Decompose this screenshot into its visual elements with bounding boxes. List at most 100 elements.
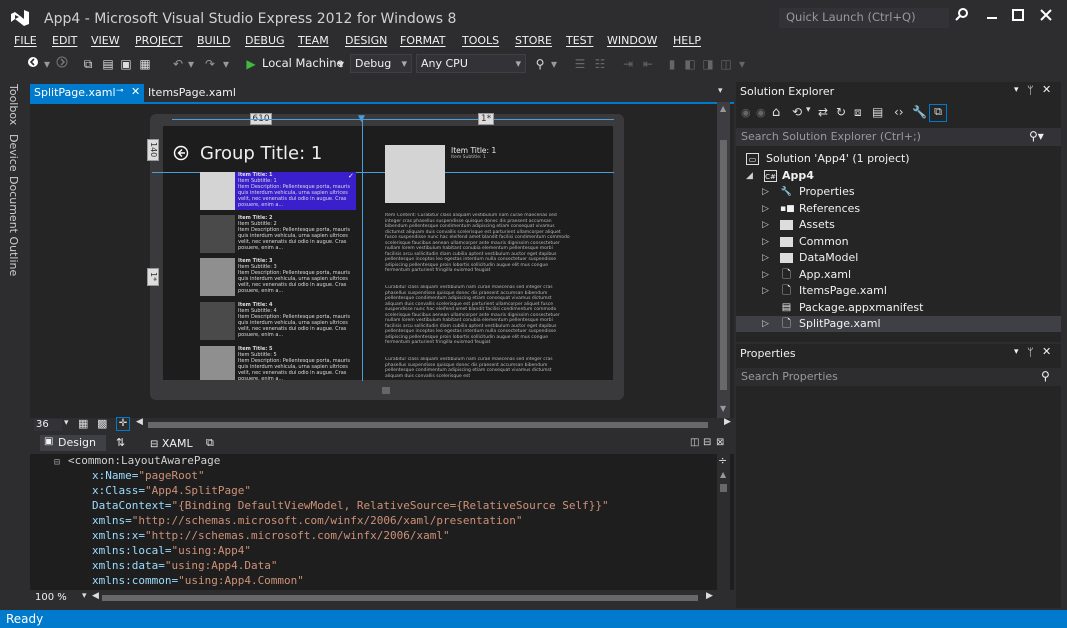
collapsed-arrow-icon[interactable]: ▷	[762, 234, 769, 250]
chevron-down-icon[interactable]: ▾	[738, 55, 746, 73]
zoom-input[interactable]: 36	[34, 419, 62, 431]
horizontal-scroll-thumb[interactable]	[148, 422, 708, 428]
back-button-icon[interactable]	[173, 145, 189, 161]
scroll-thumb[interactable]	[720, 140, 727, 390]
collapsed-arrow-icon[interactable]: ▷	[762, 184, 769, 200]
pin-icon[interactable]: ⊸	[116, 86, 124, 96]
bookmark-next-icon[interactable]: ◨	[702, 55, 714, 73]
maximize-button[interactable]	[1005, 6, 1031, 28]
outdent-icon[interactable]: ⇤	[640, 55, 656, 73]
xaml-vertical-scrollbar[interactable]: ÷ ▲	[717, 454, 730, 590]
forward-icon[interactable]: ◉	[756, 106, 766, 119]
forward-icon[interactable]	[55, 55, 69, 73]
collapsed-arrow-icon[interactable]: ▷	[762, 316, 769, 332]
menu-store[interactable]: STORE	[515, 34, 552, 47]
collapsed-arrow-icon[interactable]: ▷	[762, 201, 769, 217]
collapsed-arrow-icon[interactable]: ▷	[762, 250, 769, 266]
platform-select[interactable]: Any CPU ▾	[416, 54, 526, 73]
run-target-button[interactable]: Local Machine	[262, 56, 344, 70]
new-project-icon[interactable]: ⧉	[80, 55, 96, 73]
grid-toggle-icon[interactable]: ▦	[78, 417, 88, 430]
list-item[interactable]: Item Title: 5 Item Subtitle: 5 Item Descri…	[200, 346, 355, 380]
chevron-down-icon[interactable]: ▾	[42, 55, 52, 73]
menu-project[interactable]: PROJECT	[135, 34, 183, 47]
bookmark-prev-icon[interactable]: ◧	[684, 55, 696, 73]
close-button[interactable]	[1033, 6, 1059, 28]
column-ruler-right[interactable]: 1*	[478, 113, 494, 125]
show-all-files-icon[interactable]: ▤	[872, 105, 883, 119]
undo-icon[interactable]: ↶	[170, 55, 186, 73]
xaml-tab[interactable]: ⊟ XAML	[150, 437, 193, 450]
properties-search-input[interactable]: Search Properties	[736, 368, 1061, 386]
preview-selected-icon[interactable]: ⧉	[929, 104, 947, 122]
collapsed-arrow-icon[interactable]: ▷	[762, 283, 769, 299]
menu-design[interactable]: DESIGN	[345, 34, 387, 47]
minimize-button[interactable]	[979, 6, 1005, 28]
chevron-down-icon[interactable]: ▾	[550, 55, 558, 73]
close-icon[interactable]: ✕	[1042, 345, 1051, 358]
find-in-files-icon[interactable]: ⚲	[532, 55, 548, 73]
quick-launch-input[interactable]: Quick Launch (Ctrl+Q)	[779, 8, 949, 28]
scroll-left-icon[interactable]: ◀	[92, 591, 99, 601]
tree-item-project[interactable]: ◢ C# App4	[736, 168, 1056, 184]
back-icon[interactable]	[26, 55, 40, 73]
scroll-right-icon[interactable]: ▶	[706, 591, 713, 601]
scroll-thumb[interactable]	[720, 484, 727, 492]
editor-zoom-value[interactable]: 100 %	[35, 592, 67, 603]
horizontal-scroll-thumb[interactable]	[102, 595, 698, 601]
chevron-down-icon[interactable]: ▾	[187, 55, 195, 73]
close-icon[interactable]: ✕	[131, 85, 140, 98]
menu-file[interactable]: FILE	[14, 34, 37, 47]
list-item-selected[interactable]: Item Title: 1 Item Subtitle: 1 Item Descri…	[200, 172, 356, 210]
redo-icon[interactable]: ↷	[202, 55, 218, 73]
save-all-icon[interactable]: ▦	[137, 55, 153, 73]
collapsed-arrow-icon[interactable]: ▷	[762, 217, 769, 233]
row-ruler-bottom[interactable]: 1*	[147, 268, 159, 286]
collapse-all-icon[interactable]: ⧈	[854, 105, 862, 120]
list-item[interactable]: Item Title: 3 Item Subtitle: 3 Item Descri…	[200, 258, 355, 296]
menu-help[interactable]: HELP	[673, 34, 701, 47]
menu-window[interactable]: WINDOW	[607, 34, 657, 47]
uncomment-icon[interactable]: ☷	[592, 55, 608, 73]
search-icon[interactable]: ⚲▾	[1029, 129, 1044, 143]
menu-tools[interactable]: TOOLS	[462, 34, 499, 47]
popout-xaml-icon[interactable]: ⧉	[206, 436, 214, 450]
search-icon[interactable]: ⚲	[1041, 369, 1050, 383]
tree-item-references[interactable]: ▷ ▪■ References	[736, 201, 1056, 217]
list-item[interactable]: Item Title: 2 Item Subtitle: 2 Item Descri…	[200, 215, 355, 253]
menu-build[interactable]: BUILD	[197, 34, 230, 47]
chevron-down-icon[interactable]: ▾	[82, 591, 87, 601]
scroll-right-icon[interactable]: ▶	[724, 417, 731, 427]
swap-panes-icon[interactable]: ⇅	[116, 436, 125, 449]
refresh-icon[interactable]: ↻	[836, 105, 846, 119]
start-icon[interactable]: ▶	[245, 55, 257, 73]
bookmark-clear-icon[interactable]: ◫	[720, 55, 732, 73]
chevron-down-icon[interactable]: ▾	[1014, 85, 1019, 95]
tab-splitpage[interactable]: SplitPage.xaml ⊸ ✕	[30, 84, 144, 102]
vertical-split-icon[interactable]: ◫	[690, 437, 699, 448]
comment-icon[interactable]: ☰	[572, 55, 588, 73]
row-ruler-top[interactable]: 140	[147, 139, 159, 161]
list-item[interactable]: Item Title: 4 Item Subtitle: 4 Item Descri…	[200, 302, 355, 340]
indent-icon[interactable]: ⇥	[620, 55, 636, 73]
tree-item-itemspage[interactable]: ▷ 🗋 ItemsPage.xaml	[736, 283, 1056, 299]
tree-item-assets[interactable]: ▷ Assets	[736, 217, 1056, 233]
chevron-down-icon[interactable]: ▾	[336, 55, 346, 73]
scroll-up-icon[interactable]: ▲	[720, 470, 726, 479]
menu-test[interactable]: TEST	[566, 34, 593, 47]
scroll-down-icon[interactable]: ▼	[720, 404, 726, 413]
tab-itemspage[interactable]: ItemsPage.xaml	[148, 86, 236, 99]
menu-edit[interactable]: EDIT	[52, 34, 77, 47]
split-editor-icon[interactable]: ÷	[718, 454, 727, 467]
tree-item-splitpage[interactable]: ▷ 🗋 SplitPage.xaml	[736, 316, 1061, 332]
scroll-up-icon[interactable]: ▲	[720, 104, 726, 113]
design-tab[interactable]: ▣ Design	[40, 435, 106, 451]
toolbox-tab[interactable]: Toolbox	[7, 84, 20, 125]
chevron-down-icon[interactable]: ▾	[222, 55, 230, 73]
open-file-icon[interactable]: ▤	[100, 55, 116, 73]
bookmark-icon[interactable]: ▮	[666, 55, 678, 73]
history-icon[interactable]: ⟲	[792, 105, 802, 119]
sync-icon[interactable]: ⇄	[818, 105, 828, 119]
menu-format[interactable]: FORMAT	[400, 34, 446, 47]
view-code-icon[interactable]: ‹›	[894, 105, 904, 119]
